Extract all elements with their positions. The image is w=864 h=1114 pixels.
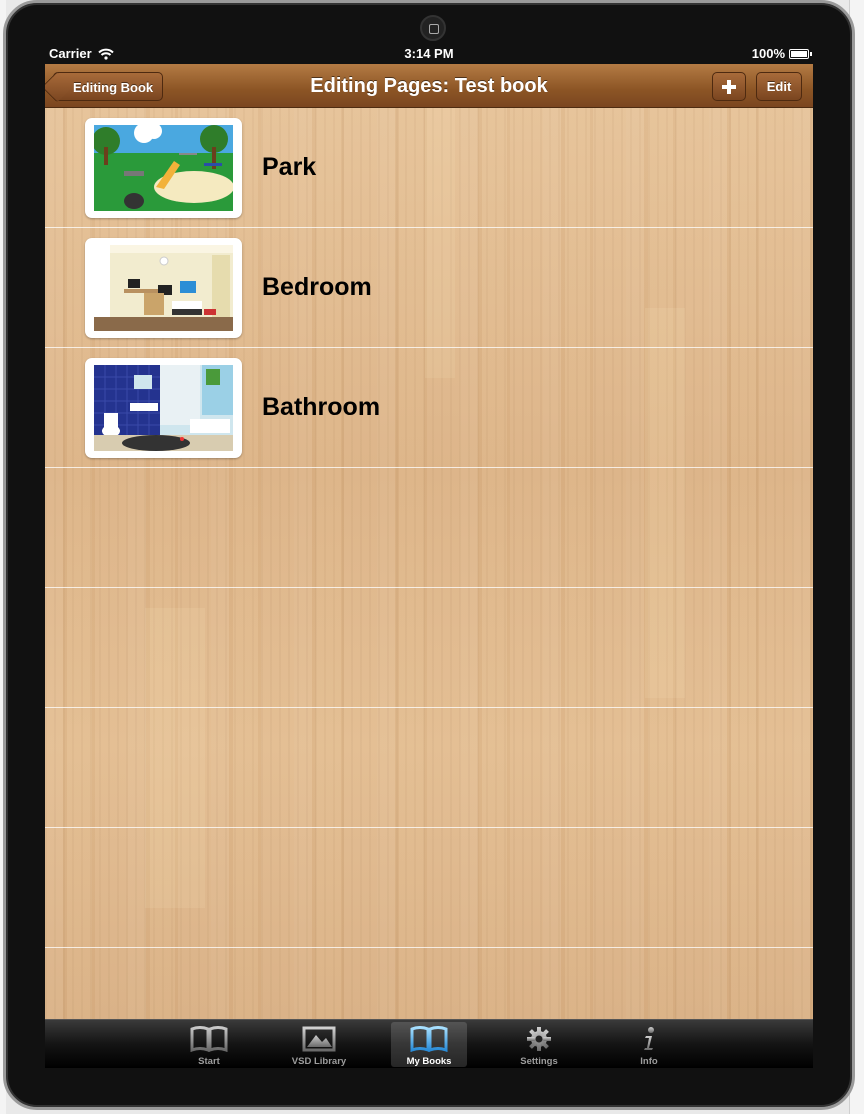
add-page-button[interactable] bbox=[712, 72, 746, 101]
page-label: Bathroom bbox=[262, 393, 381, 421]
tab-bar: Start VSD Library My Books Settings Info bbox=[45, 1019, 813, 1068]
status-bar: Carrier 3:14 PM 100% bbox=[45, 44, 813, 64]
empty-row bbox=[45, 588, 813, 708]
empty-row bbox=[45, 468, 813, 588]
app-screen: Editing Book Editing Pages: Test book Ed… bbox=[45, 64, 813, 1068]
page-label: Bedroom bbox=[262, 273, 372, 301]
tab-label: My Books bbox=[406, 1056, 452, 1067]
tab-start[interactable]: Start bbox=[171, 1022, 247, 1067]
back-button[interactable]: Editing Book bbox=[53, 72, 164, 101]
park-thumbnail bbox=[85, 118, 242, 218]
empty-row bbox=[45, 828, 813, 948]
info-icon bbox=[644, 1027, 654, 1050]
tab-label: Settings bbox=[520, 1056, 558, 1067]
status-battery: 100% bbox=[751, 46, 812, 61]
list-item[interactable]: Bedroom bbox=[45, 228, 813, 348]
tab-settings[interactable]: Settings bbox=[501, 1022, 577, 1067]
plus-icon bbox=[722, 80, 736, 94]
list-item[interactable]: Bathroom bbox=[45, 348, 813, 468]
tab-info[interactable]: Info bbox=[611, 1022, 687, 1067]
tab-label: Start bbox=[198, 1056, 220, 1067]
battery-icon bbox=[789, 48, 812, 59]
picture-icon bbox=[302, 1026, 336, 1052]
pages-list: Park Bedroom Bathroom bbox=[45, 108, 813, 1019]
battery-percent: 100% bbox=[751, 46, 785, 61]
book-icon bbox=[190, 1026, 228, 1052]
open-book-icon bbox=[410, 1026, 448, 1052]
bathroom-thumbnail bbox=[85, 358, 242, 458]
tab-vsd-library[interactable]: VSD Library bbox=[281, 1022, 357, 1067]
tab-my-books[interactable]: My Books bbox=[391, 1022, 467, 1067]
tab-label: Info bbox=[640, 1056, 658, 1067]
list-item[interactable]: Park bbox=[45, 108, 813, 228]
empty-row bbox=[45, 708, 813, 828]
edit-button[interactable]: Edit bbox=[756, 72, 802, 101]
tab-label: VSD Library bbox=[291, 1056, 347, 1067]
status-time: 3:14 PM bbox=[404, 46, 454, 61]
page-label: Park bbox=[262, 153, 317, 181]
bedroom-thumbnail bbox=[85, 238, 242, 338]
camera-icon bbox=[420, 15, 446, 41]
gear-icon bbox=[527, 1027, 551, 1051]
navigation-bar: Editing Book Editing Pages: Test book Ed… bbox=[45, 64, 813, 108]
